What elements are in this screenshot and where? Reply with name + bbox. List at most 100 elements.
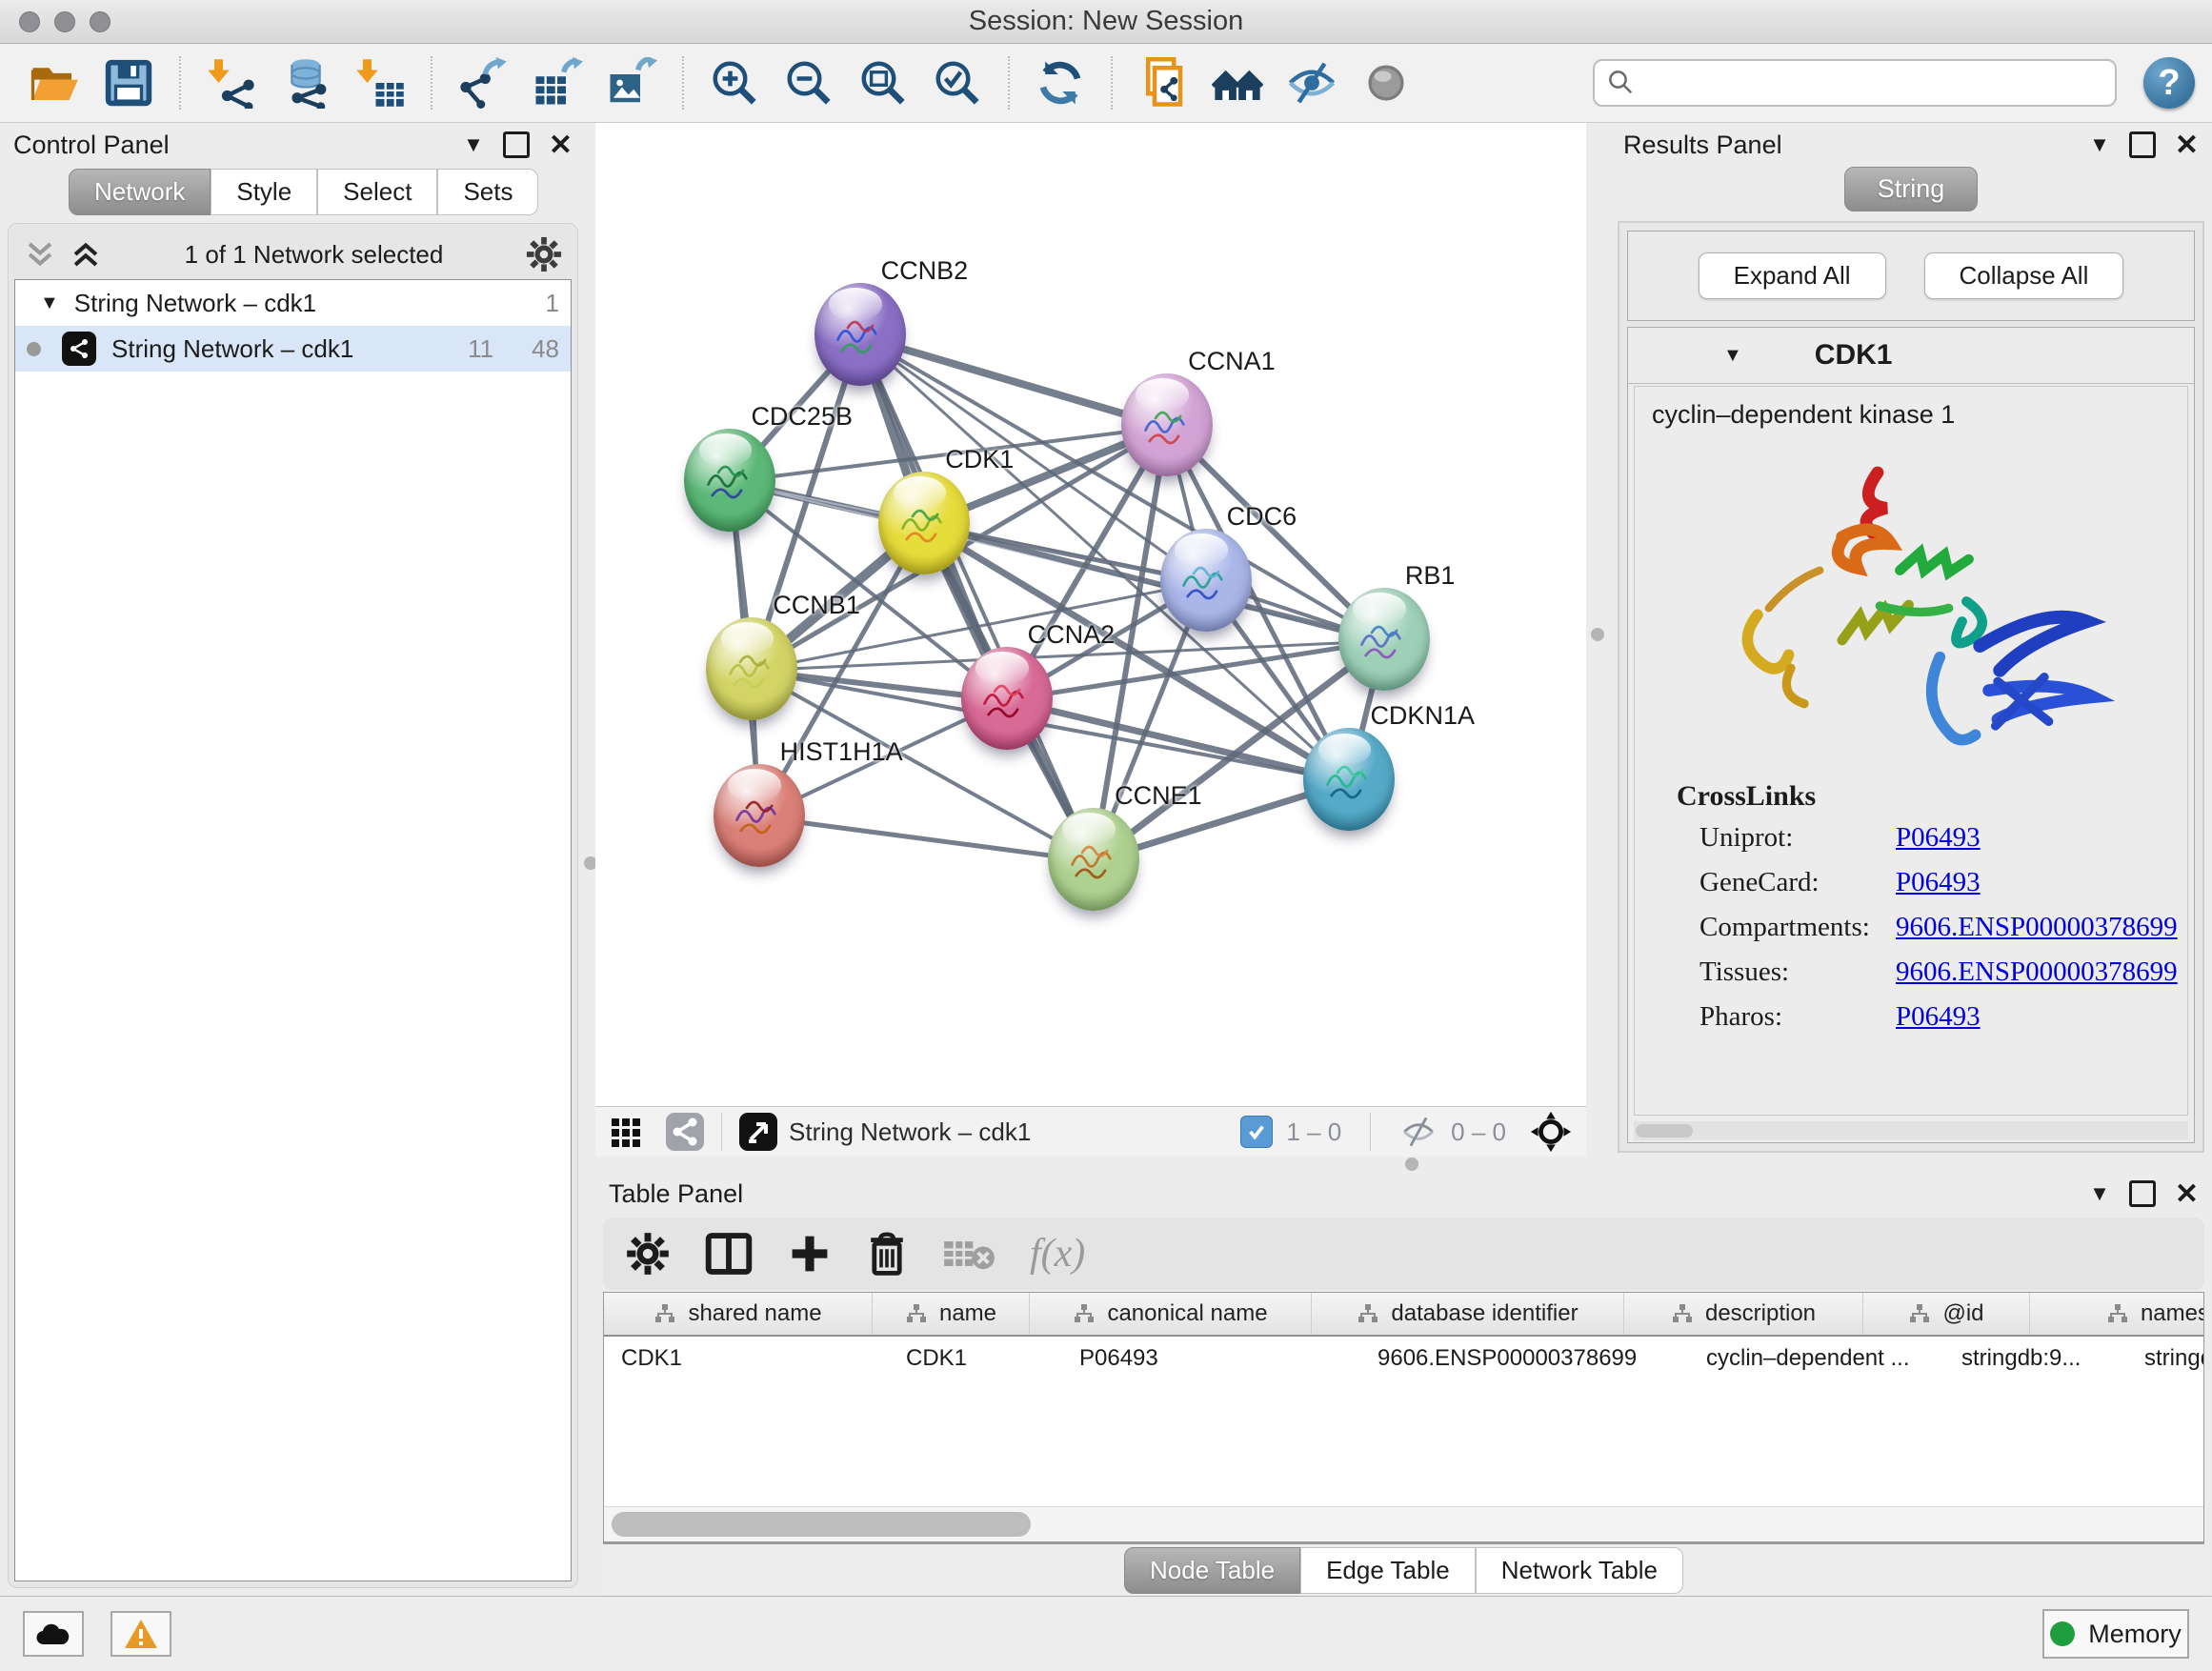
network-selection-status: 1 of 1 Network selected xyxy=(102,240,526,270)
open-in-window-icon[interactable] xyxy=(737,1111,779,1153)
export-network-icon[interactable] xyxy=(455,54,511,111)
network-edge[interactable] xyxy=(860,336,1094,861)
network-edge[interactable] xyxy=(759,817,1095,861)
column-header-database-identifier[interactable]: database identifier xyxy=(1312,1293,1624,1335)
splitter-handle[interactable] xyxy=(1405,1158,1418,1171)
collection-collapse-icon[interactable]: ▼ xyxy=(40,292,59,314)
selected-items-checkbox-icon[interactable] xyxy=(1240,1116,1273,1148)
crosslink-link[interactable]: 9606.ENSP00000378699 xyxy=(1896,956,2178,988)
control-panel-menu-icon[interactable]: ▼ xyxy=(463,132,484,157)
network-node-cdc25b[interactable] xyxy=(684,429,775,532)
table-panel-close-icon[interactable]: ✕ xyxy=(2175,1178,2199,1211)
export-image-icon[interactable] xyxy=(604,54,659,111)
save-session-icon[interactable] xyxy=(101,54,156,111)
crosslink-link[interactable]: 9606.ENSP00000378699 xyxy=(1896,912,2178,943)
bottom-splitter[interactable] xyxy=(595,1157,2212,1172)
title-bar: Session: New Session xyxy=(0,0,2212,44)
scrollbar-thumb[interactable] xyxy=(1636,1124,1693,1137)
zoom-in-icon[interactable] xyxy=(707,54,762,111)
zoom-fit-icon[interactable] xyxy=(855,54,911,111)
tab-network[interactable]: Network xyxy=(69,169,211,215)
table-panel-float-icon[interactable] xyxy=(2129,1180,2156,1207)
search-input[interactable] xyxy=(1593,59,2117,107)
network-collection-row[interactable]: ▼ String Network – cdk1 1 xyxy=(15,280,571,326)
network-node-rb1[interactable] xyxy=(1338,588,1430,691)
network-node-ccnb2[interactable] xyxy=(814,283,906,386)
tab-node-table[interactable]: Node Table xyxy=(1124,1547,1300,1594)
column-header-namespace[interactable]: namespace xyxy=(2030,1293,2204,1335)
control-panel-close-icon[interactable]: ✕ xyxy=(549,129,573,162)
crosslink-link[interactable]: P06493 xyxy=(1896,822,1981,854)
tab-string[interactable]: String xyxy=(1844,167,1979,211)
right-splitter[interactable] xyxy=(1586,123,1610,1157)
network-node-ccna2[interactable] xyxy=(961,647,1053,750)
first-neighbors-icon[interactable] xyxy=(1210,54,1265,111)
import-network-database-icon[interactable] xyxy=(278,54,333,111)
grid-view-icon[interactable] xyxy=(609,1113,647,1151)
network-node-ccna1[interactable] xyxy=(1121,373,1213,476)
network-birdseye-icon[interactable] xyxy=(664,1111,706,1153)
table-row[interactable]: CDK1CDK1P064939606.ENSP00000378699cyclin… xyxy=(604,1337,2203,1380)
column-header-description[interactable]: description xyxy=(1624,1293,1863,1335)
memory-button[interactable]: Memory xyxy=(2042,1609,2189,1659)
export-table-icon[interactable] xyxy=(530,54,585,111)
network-node-ccne1[interactable] xyxy=(1048,808,1139,911)
network-node-cdk1[interactable] xyxy=(878,472,970,574)
collapse-all-networks-icon[interactable] xyxy=(70,240,102,269)
delete-column-trash-icon[interactable] xyxy=(866,1231,908,1277)
import-network-file-icon[interactable] xyxy=(204,54,259,111)
results-panel-menu-icon[interactable]: ▼ xyxy=(2089,132,2110,157)
node-label: CDK1 xyxy=(945,445,1014,474)
column-header-canonical-name[interactable]: canonical name xyxy=(1030,1293,1312,1335)
network-node-cdc6[interactable] xyxy=(1160,529,1252,632)
control-panel-float-icon[interactable] xyxy=(503,131,530,158)
gene-collapse-icon[interactable]: ▼ xyxy=(1723,345,1742,367)
tab-select[interactable]: Select xyxy=(317,169,437,215)
crosslink-link[interactable]: P06493 xyxy=(1896,1001,1981,1033)
zoom-out-icon[interactable] xyxy=(781,54,836,111)
tab-sets[interactable]: Sets xyxy=(437,169,538,215)
show-columns-icon[interactable] xyxy=(704,1231,754,1277)
add-column-plus-icon[interactable] xyxy=(788,1232,832,1276)
column-header-label: namespace xyxy=(2141,1300,2204,1327)
network-edge[interactable] xyxy=(860,336,1167,427)
results-panel-close-icon[interactable]: ✕ xyxy=(2175,129,2199,162)
results-panel-float-icon[interactable] xyxy=(2129,131,2156,158)
crosslink-link[interactable]: P06493 xyxy=(1896,867,1981,898)
fit-selected-target-icon[interactable] xyxy=(1529,1110,1573,1154)
table-panel-menu-icon[interactable]: ▼ xyxy=(2089,1181,2110,1206)
table-body: CDK1CDK1P064939606.ENSP00000378699cyclin… xyxy=(604,1337,2203,1380)
expand-all-button[interactable]: Expand All xyxy=(1699,252,1886,299)
table-horizontal-scrollbar[interactable] xyxy=(604,1506,2203,1541)
table-cell: cyclin–dependent ... xyxy=(1689,1337,1944,1380)
network-node-ccnb1[interactable] xyxy=(706,617,797,720)
warnings-button[interactable] xyxy=(111,1611,171,1657)
show-all-eye-icon[interactable] xyxy=(1358,54,1414,111)
splitter-handle[interactable] xyxy=(1591,628,1604,641)
network-node-hist1h1a[interactable] xyxy=(714,764,805,867)
column-header-shared-name[interactable]: shared name xyxy=(604,1293,873,1335)
help-button[interactable]: ? xyxy=(2143,57,2195,109)
tab-edge-table[interactable]: Edge Table xyxy=(1300,1547,1476,1594)
tab-network-table[interactable]: Network Table xyxy=(1476,1547,1683,1594)
column-header-name[interactable]: name xyxy=(873,1293,1030,1335)
results-horizontal-scrollbar[interactable] xyxy=(1634,1121,2188,1140)
refresh-layout-icon[interactable] xyxy=(1033,54,1088,111)
collapse-all-button[interactable]: Collapse All xyxy=(1924,252,2124,299)
cloud-status-button[interactable] xyxy=(23,1611,84,1657)
open-session-icon[interactable] xyxy=(27,54,82,111)
tab-style[interactable]: Style xyxy=(211,169,317,215)
network-options-gear-icon[interactable] xyxy=(526,236,562,272)
zoom-selected-icon[interactable] xyxy=(930,54,985,111)
table-settings-gear-icon[interactable] xyxy=(626,1232,670,1276)
expand-all-networks-icon[interactable] xyxy=(24,240,56,269)
import-table-icon[interactable] xyxy=(352,54,408,111)
network-row[interactable]: String Network – cdk1 11 48 xyxy=(15,326,571,372)
scrollbar-thumb[interactable] xyxy=(612,1512,1031,1537)
left-splitter[interactable] xyxy=(586,123,595,1596)
column-header--id[interactable]: @id xyxy=(1863,1293,2030,1335)
network-canvas[interactable]: CCNB2CCNA1CDC25BCDK1CDC6RB1CCNB1CCNA2CDK… xyxy=(595,123,1586,1106)
hide-selected-eye-icon[interactable] xyxy=(1284,54,1339,111)
clone-network-icon[interactable] xyxy=(1136,54,1191,111)
control-panel-tabs: NetworkStyleSelectSets xyxy=(0,167,586,215)
